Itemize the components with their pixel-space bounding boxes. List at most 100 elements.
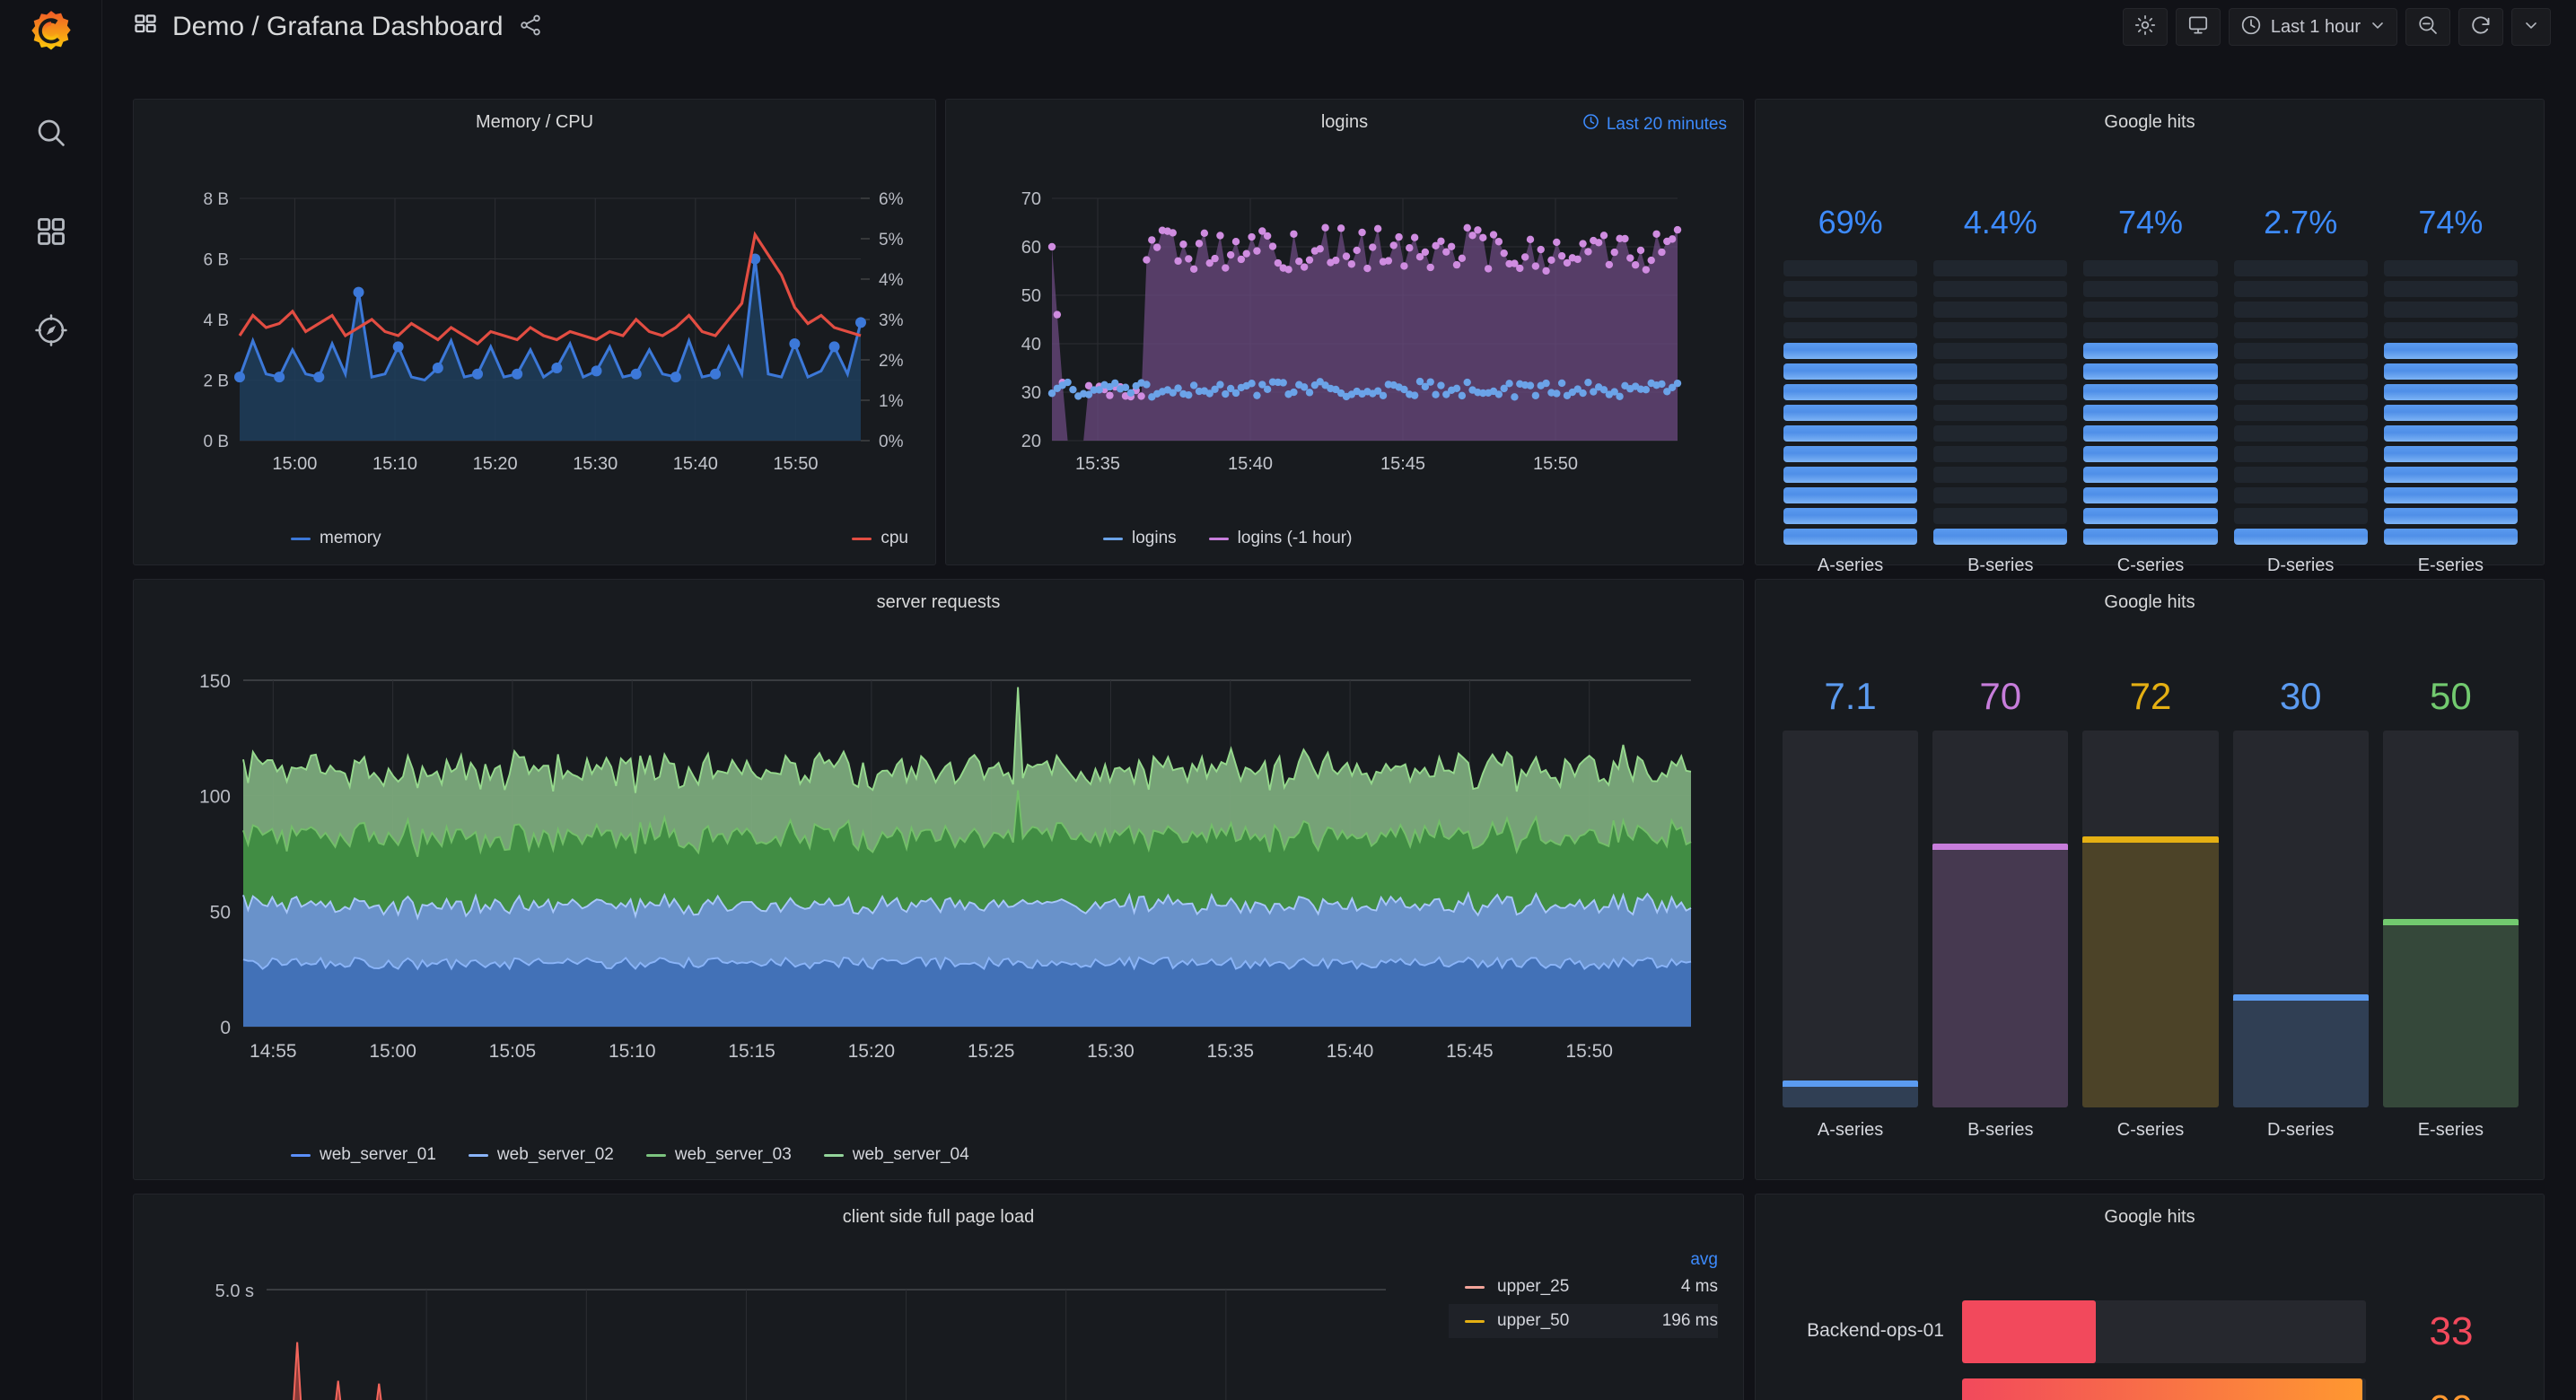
bar-gauge-fill	[1783, 1081, 1919, 1107]
led-segment	[1933, 260, 2068, 276]
led-segment	[2083, 260, 2218, 276]
led-segment	[2233, 446, 2368, 462]
led-segment	[2383, 529, 2518, 545]
led-segment	[2083, 343, 2218, 359]
legend-label: memory	[320, 529, 381, 547]
led-gauge-column[interactable]	[1933, 259, 2068, 545]
panel-title[interactable]: Google hits	[1756, 1194, 2544, 1228]
gauge-label: B-series	[1967, 556, 2034, 575]
legend-item-memory[interactable]: memory	[291, 529, 381, 548]
bar-gauge-track[interactable]	[2082, 731, 2219, 1107]
led-segment	[2083, 487, 2218, 503]
gauge-row-label: Backend-ops-01	[1807, 1320, 1944, 1341]
grafana-logo-icon[interactable]	[24, 5, 78, 59]
svg-text:2 B: 2 B	[203, 372, 229, 391]
server-requests-graph[interactable]: 0 50 100 150 14:55 15:00 15:05 15:10 15:15 15:20 1…	[134, 580, 1743, 1179]
bar-gauge-track[interactable]	[2232, 731, 2369, 1107]
bar-gauge-fill	[2082, 836, 2219, 1107]
led-segment	[2083, 529, 2218, 545]
zoom-out-button[interactable]	[2405, 8, 2450, 46]
legend-row[interactable]: upper_50 196 ms	[1449, 1304, 1718, 1338]
bar-gauge-track[interactable]	[2382, 731, 2519, 1107]
led-segment	[2083, 322, 2218, 338]
led-gauge-column[interactable]	[2383, 259, 2518, 545]
logins-graph[interactable]: 20 30 40 50 60 70 15:35 15:40 15:45 15:50	[946, 100, 1743, 564]
bar-gauge-track[interactable]	[1932, 731, 2069, 1107]
refresh-interval-dropdown[interactable]	[2511, 8, 2551, 46]
sidebar-item-explore[interactable]	[26, 305, 76, 355]
legend-row[interactable]: upper_25 4 ms	[1449, 1270, 1718, 1304]
bar-gauge-track[interactable]	[1962, 1378, 2366, 1400]
led-segment	[2083, 302, 2218, 318]
time-range-picker[interactable]: Last 1 hour	[2228, 8, 2397, 46]
led-segment	[2233, 281, 2368, 297]
svg-text:5.0 s: 5.0 s	[215, 1282, 254, 1301]
share-icon[interactable]	[518, 13, 543, 42]
gauge-label: E-series	[2417, 556, 2484, 575]
panel-client-page-load: client side full page load 5.0 s avg upp…	[133, 1194, 1744, 1400]
panel-google-hits-led: Google hits 69% A-series 4.4% B-series 74% C-…	[1755, 99, 2545, 575]
grafana-dashboard: Demo / Grafana Dashboard Last 1 hour Mem…	[0, 0, 2576, 1400]
legend-swatch	[468, 1153, 488, 1157]
legend-item-web-server-01[interactable]: web_server_01	[291, 1145, 436, 1165]
led-segment	[1933, 529, 2068, 545]
legend-label: web_server_03	[674, 1145, 792, 1164]
led-segment	[1933, 405, 2068, 421]
legend-logins: logins logins (-1 hour)	[1103, 529, 1375, 548]
page-title[interactable]: Demo / Grafana Dashboard	[172, 12, 504, 42]
led-gauge-column[interactable]	[2233, 259, 2368, 545]
led-segment	[1783, 508, 1918, 524]
bar-gauge-fill	[1932, 844, 2069, 1107]
refresh-button[interactable]	[2458, 8, 2503, 46]
legend-item-web-server-04[interactable]: web_server_04	[823, 1145, 969, 1165]
legend-item-logins[interactable]: logins	[1103, 529, 1177, 548]
gauge-value: 69%	[1818, 204, 1883, 241]
svg-text:2%: 2%	[879, 352, 904, 371]
memory-cpu-graph[interactable]: 0 B 2 B 4 B 6 B 8 B 0% 1% 2% 3% 4% 5% 6% 15:00 15:10 1…	[134, 100, 935, 564]
panel-google-hits-bars: Google hits 7.1 A-series 70 B-series 72 C-ser…	[1755, 579, 2545, 1180]
led-segment	[1783, 405, 1918, 421]
svg-text:15:45: 15:45	[1380, 454, 1425, 474]
svg-text:15:05: 15:05	[489, 1041, 537, 1062]
gauge-value: 72	[2129, 675, 2172, 717]
panel-title[interactable]: Google hits	[1756, 580, 2544, 613]
led-gauge-column[interactable]	[2083, 259, 2218, 545]
svg-text:60: 60	[1021, 238, 1041, 258]
left-nav-rail	[0, 0, 102, 1400]
legend-item-web-server-03[interactable]: web_server_03	[645, 1145, 792, 1165]
led-segment	[1933, 508, 2068, 524]
svg-text:0%: 0%	[879, 433, 904, 451]
panel-title[interactable]: Google hits	[1756, 100, 2544, 133]
led-segment	[1783, 384, 1918, 400]
led-segment	[1933, 446, 2068, 462]
panel-logins: logins Last 20 minutes 20 30 40 50 60 70 15:35…	[945, 99, 1744, 565]
led-segment	[2383, 322, 2518, 338]
legend-item-cpu[interactable]: cpu	[852, 529, 908, 548]
legend-label: upper_50	[1497, 1311, 1570, 1330]
legend-swatch	[645, 1153, 666, 1157]
sidebar-item-search[interactable]	[26, 108, 76, 158]
legend-column-header[interactable]: avg	[1449, 1250, 1718, 1270]
dashboard-grid-icon	[133, 13, 158, 42]
svg-text:15:40: 15:40	[1228, 454, 1273, 474]
bar-gauge-track[interactable]	[1962, 1300, 2366, 1363]
zoom-out-icon	[2416, 13, 2440, 41]
led-gauge-column[interactable]	[1783, 259, 1918, 545]
svg-text:15:15: 15:15	[728, 1041, 775, 1062]
sidebar-item-dashboards[interactable]	[26, 206, 76, 257]
bar-gauge-fill	[1962, 1300, 2096, 1363]
legend-item-logins-1h[interactable]: logins (-1 hour)	[1208, 529, 1352, 548]
led-segment	[2233, 322, 2368, 338]
led-segment	[1933, 302, 2068, 318]
led-segment	[1933, 281, 2068, 297]
tv-mode-button[interactable]	[2175, 8, 2221, 46]
svg-text:15:25: 15:25	[968, 1041, 1015, 1062]
led-segment	[2383, 260, 2518, 276]
legend-item-web-server-02[interactable]: web_server_02	[468, 1145, 614, 1165]
led-segment	[2233, 343, 2368, 359]
led-segment	[2233, 425, 2368, 442]
bar-gauge-track[interactable]	[1783, 731, 1919, 1107]
settings-button[interactable]	[2122, 8, 2168, 46]
led-segment	[1783, 322, 1918, 338]
gauge-value: 33	[2429, 1309, 2474, 1353]
